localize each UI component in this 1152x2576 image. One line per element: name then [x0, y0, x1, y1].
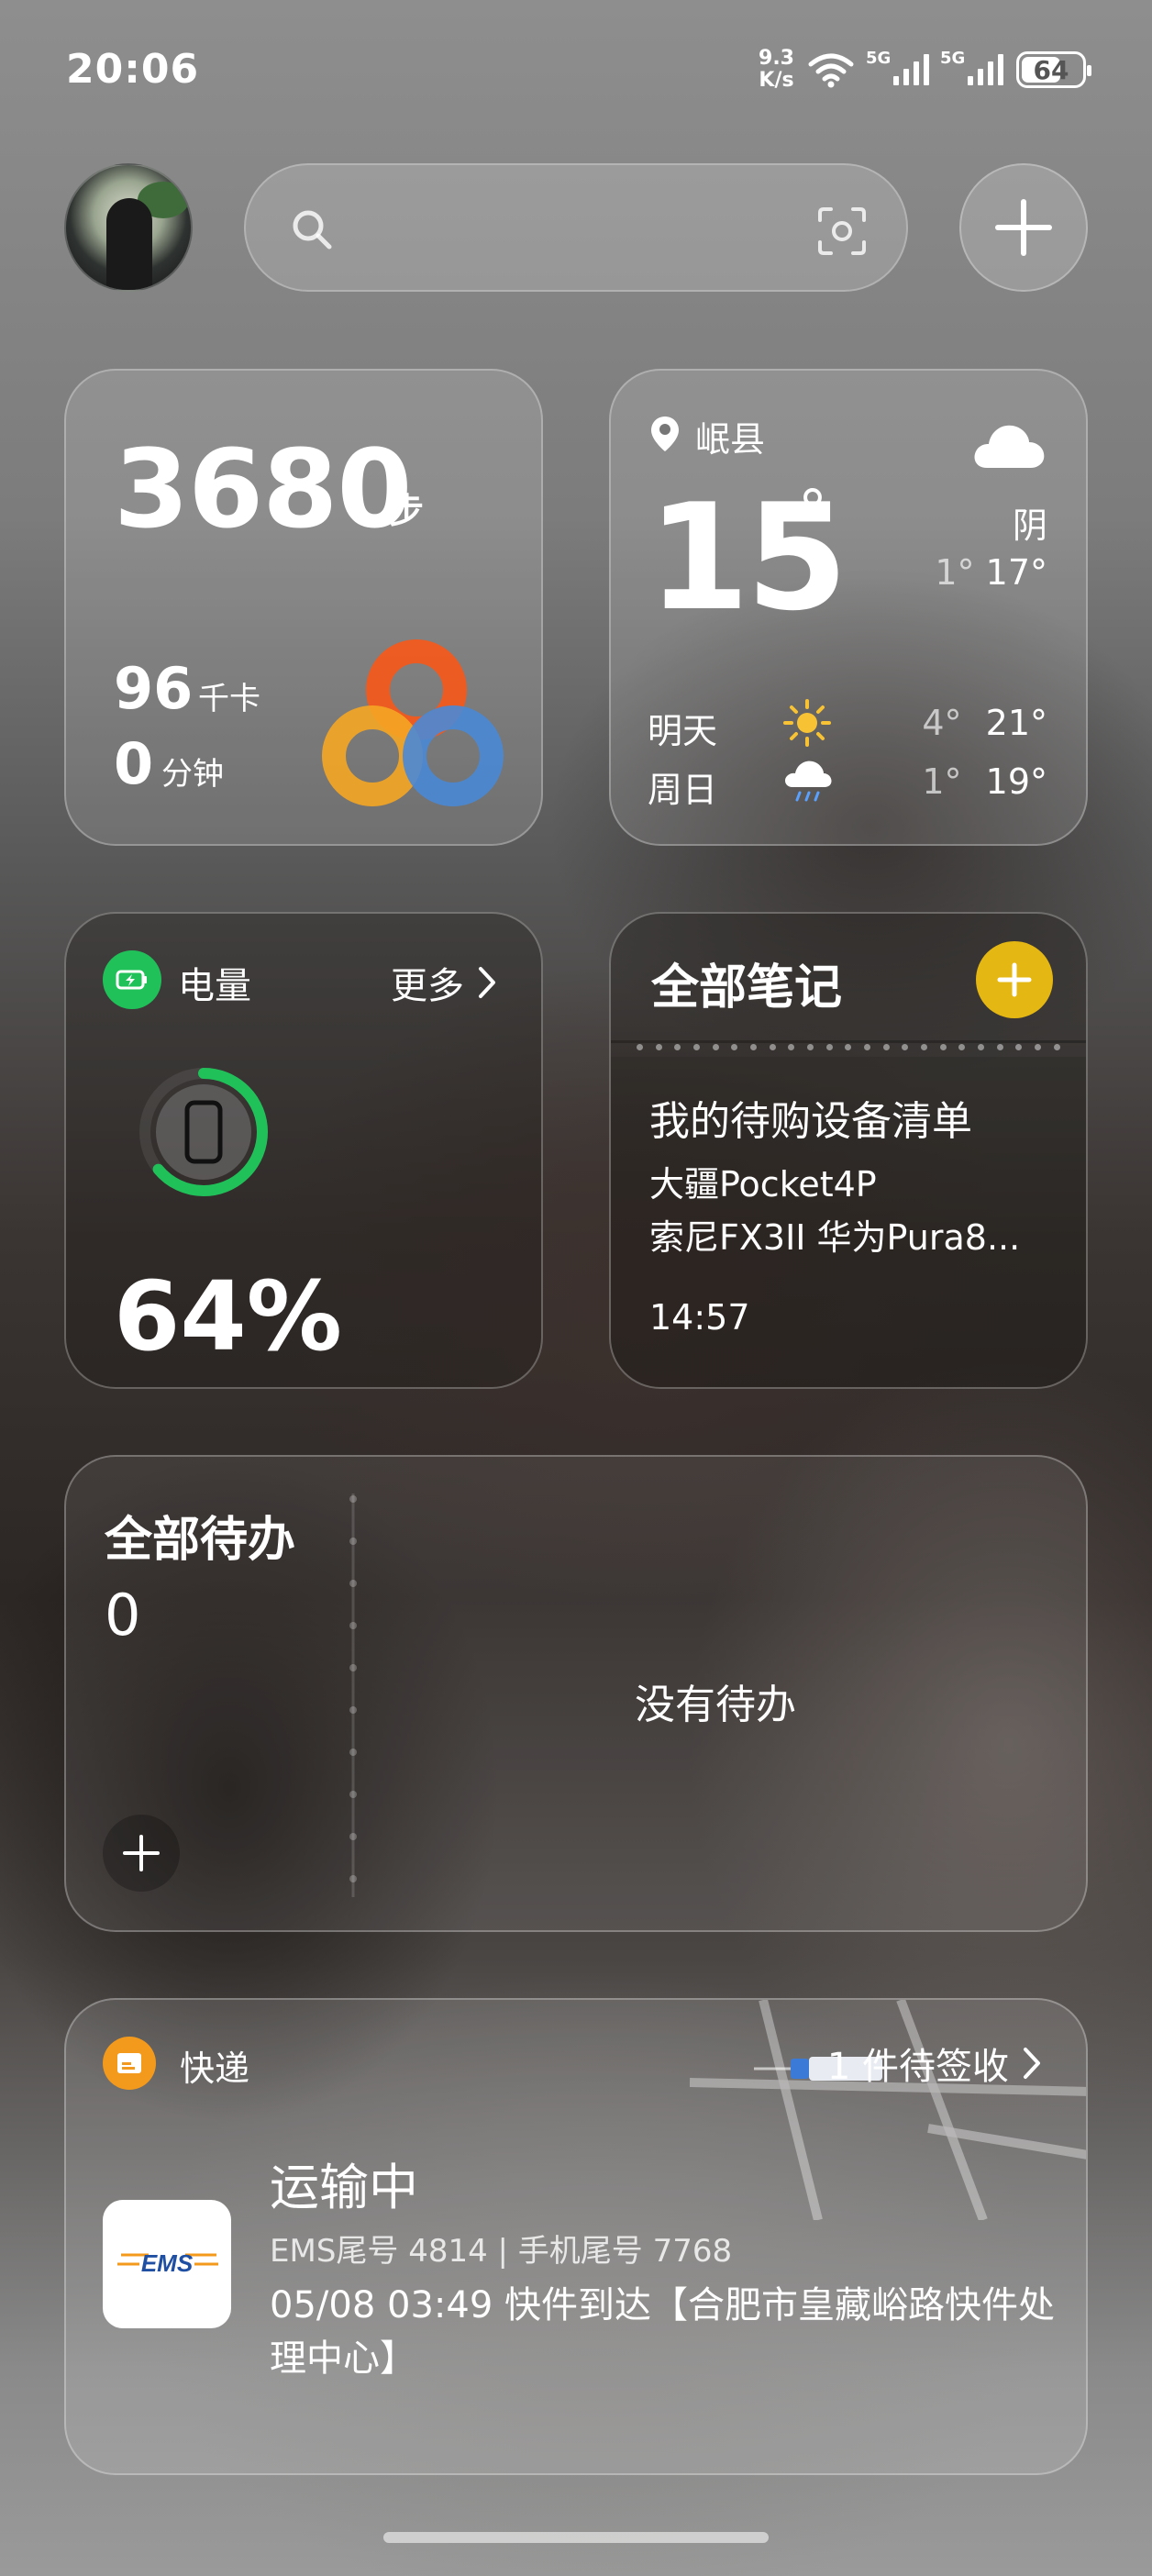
add-widget-button[interactable] — [959, 163, 1088, 292]
todo-count: 0 — [105, 1582, 141, 1649]
battery-ring — [139, 1068, 268, 1196]
plus-icon — [123, 1835, 160, 1871]
express-status: 运输中 — [270, 2159, 418, 2216]
status-time: 20:06 — [66, 46, 200, 93]
battery-charging-icon — [103, 950, 161, 1009]
forecast-low: 1° — [922, 761, 962, 802]
plus-icon — [997, 962, 1032, 997]
minutes-value: 0 — [114, 730, 154, 797]
sunny-icon — [783, 699, 831, 747]
home-indicator[interactable] — [383, 2532, 769, 2543]
add-todo-button[interactable] — [103, 1815, 180, 1892]
steps-count: 3680 — [114, 426, 412, 552]
todo-empty-text: 没有待办 — [635, 1682, 796, 1728]
rain-cloud-icon — [785, 761, 832, 802]
note-line: 大疆Pocket4P — [649, 1164, 877, 1205]
activity-rings-icon — [322, 639, 504, 806]
battery-card-title: 电量 — [178, 965, 251, 1007]
todo-timeline — [349, 1493, 357, 1897]
weather-card[interactable]: 岷县 15 ° 阴 1° 17° 明天 4° 21° 周日 1° 19° — [609, 369, 1088, 846]
todo-title: 全部待办 — [105, 1513, 296, 1568]
add-note-button[interactable] — [976, 941, 1053, 1018]
battery-percent: 64% — [114, 1260, 342, 1372]
status-icons: 9.3 K/s 5G 5G 64 — [759, 48, 1091, 92]
today-temp-range: 1° 17° — [935, 552, 1047, 593]
forecast-day: 周日 — [648, 770, 718, 810]
forecast-day: 明天 — [648, 711, 718, 751]
calories-value: 96 — [114, 655, 194, 722]
forecast-high: 19° — [985, 761, 1047, 802]
calories-unit: 千卡 — [198, 681, 260, 717]
network-speed-value: 9.3 — [759, 47, 794, 70]
battery-more-link[interactable]: 更多 — [391, 956, 497, 1009]
signal-label: 5G — [940, 49, 966, 68]
express-detail: 05/08 03:49 快件到达【合肥市皇藏峪路快件处理中心】 — [270, 2284, 1055, 2380]
plus-icon — [995, 199, 1052, 256]
notes-dotted-rule — [637, 1044, 1060, 1055]
scan-icon[interactable] — [816, 205, 868, 257]
chevron-right-icon — [1024, 2048, 1040, 2079]
pending-label: 1 件待签收 — [826, 2046, 1009, 2088]
ems-logo-text: EMS — [141, 2249, 194, 2277]
avatar[interactable] — [64, 163, 193, 292]
today-low: 1° — [935, 552, 975, 593]
today-high: 17° — [985, 552, 1047, 593]
network-speed-unit: K/s — [759, 69, 794, 92]
search-icon — [293, 210, 332, 250]
notes-divider — [611, 1040, 1086, 1043]
forecast-temp: 4° 21° — [922, 703, 1047, 743]
degree-symbol: ° — [798, 479, 827, 547]
forecast-low: 4° — [922, 703, 962, 743]
weather-condition: 阴 — [1012, 505, 1047, 546]
note-title: 我的待购设备清单 — [649, 1098, 972, 1145]
steps-unit: 步 — [389, 491, 425, 531]
express-pending-link[interactable]: 1 件待签收 — [827, 2037, 1042, 2090]
wifi-icon — [808, 53, 854, 88]
signal-strength-icon: 5G — [940, 49, 1003, 85]
chevron-right-icon — [479, 967, 495, 998]
todo-card[interactable]: 全部待办 0 没有待办 — [64, 1455, 1088, 1932]
signal-label: 5G — [866, 49, 892, 68]
tracking-info: EMS尾号 4814 | 手机尾号 7768 — [270, 2233, 733, 2270]
weather-location: 岷县 — [695, 419, 766, 460]
steps-card[interactable]: 3680 步 96 千卡 0 分钟 — [64, 369, 543, 846]
map-background — [690, 2000, 1086, 2220]
note-line: 索尼FX3II 华为Pura8... — [649, 1217, 1021, 1258]
network-speed: 9.3 K/s — [759, 48, 794, 92]
signal-strength-icon: 5G — [866, 49, 929, 85]
cloud-icon — [974, 425, 1045, 468]
battery-icon: 64 — [1016, 51, 1091, 88]
forecast-temp: 1° 19° — [922, 761, 1047, 802]
forecast-high: 21° — [985, 703, 1047, 743]
express-title: 快递 — [180, 2049, 250, 2089]
battery-level: 64 — [1033, 54, 1069, 85]
notes-title: 全部笔记 — [651, 960, 843, 1016]
minutes-unit: 分钟 — [161, 756, 224, 793]
express-card[interactable]: 快递 1 件待签收 EMS 运输中 EMS尾号 4814 | 手机尾号 7768… — [64, 1998, 1088, 2475]
ems-logo: EMS — [103, 2200, 231, 2328]
location-pin-icon — [651, 416, 679, 451]
note-time: 14:57 — [649, 1297, 750, 1338]
search-bar[interactable] — [244, 163, 908, 292]
notes-card[interactable]: 全部笔记 我的待购设备清单 大疆Pocket4P 索尼FX3II 华为Pura8… — [609, 912, 1088, 1389]
more-label: 更多 — [391, 965, 464, 1007]
package-icon — [103, 2037, 156, 2090]
battery-card[interactable]: 电量 更多 64% — [64, 912, 543, 1389]
